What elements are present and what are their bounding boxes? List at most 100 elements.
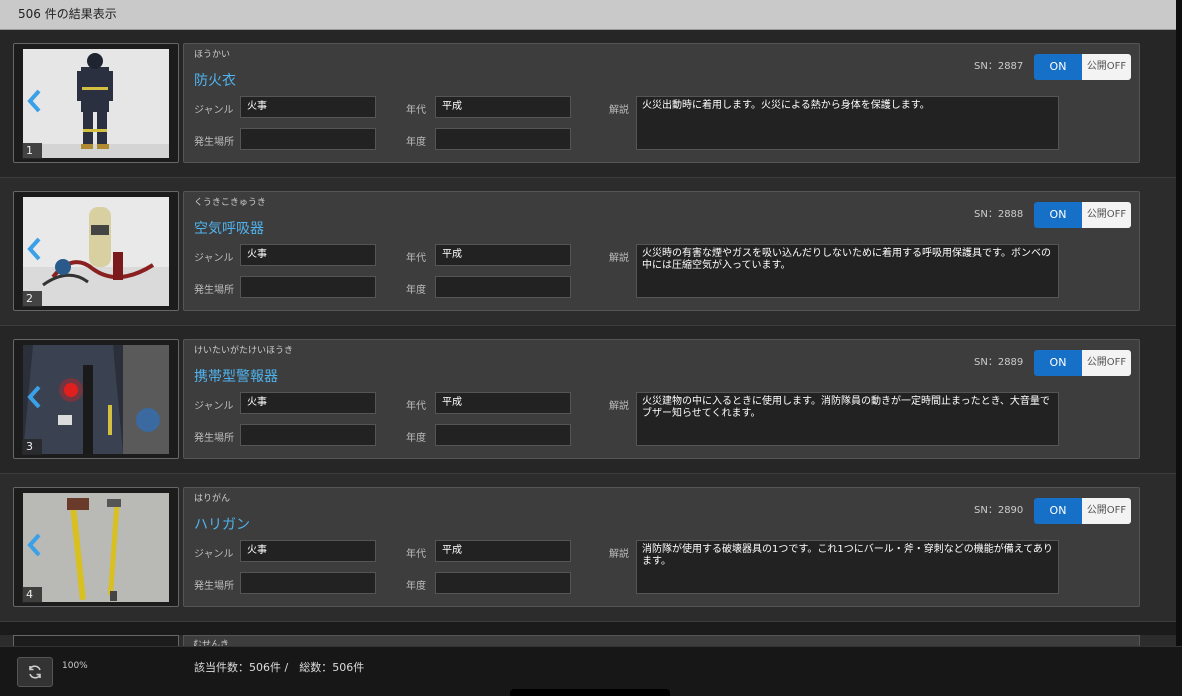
serial-number: SN：2888 (974, 209, 1024, 220)
year-field[interactable] (435, 424, 571, 446)
record-item: 2 くうきこきゅうき 空気呼吸器 ジャンル 火事 発生場所 年代 平成 年度 解… (0, 178, 1176, 326)
record-title[interactable]: ハリガン (194, 514, 250, 534)
era-label: 年代 (406, 401, 426, 412)
era-label: 年代 (406, 549, 426, 560)
toggle-off[interactable]: 公開OFF (1082, 54, 1131, 80)
record-title[interactable]: 空気呼吸器 (194, 218, 264, 238)
scrollbar-track[interactable] (1176, 0, 1182, 646)
record-title[interactable]: 携帯型警報器 (194, 366, 278, 386)
toggle-on[interactable]: ON (1034, 54, 1082, 80)
record-thumbnail[interactable] (13, 635, 179, 646)
genre-label: ジャンル (194, 549, 234, 560)
place-field[interactable] (240, 128, 376, 150)
era-field[interactable]: 平成 (435, 244, 571, 266)
serial-number: SN：2889 (974, 357, 1024, 368)
description-label: 解説 (609, 253, 629, 264)
year-label: 年度 (406, 285, 426, 296)
chevron-left-icon[interactable] (26, 384, 42, 410)
bottom-handle[interactable] (510, 689, 670, 696)
record-panel: はりがん ハリガン ジャンル 火事 発生場所 年代 平成 年度 解説 消防隊が使… (183, 487, 1140, 607)
year-label: 年度 (406, 137, 426, 148)
publish-toggle[interactable]: ON 公開OFF (1034, 54, 1131, 80)
record-item-partial: むせんき (0, 635, 1176, 646)
record-panel: くうきこきゅうき 空気呼吸器 ジャンル 火事 発生場所 年代 平成 年度 解説 … (183, 191, 1140, 311)
place-field[interactable] (240, 424, 376, 446)
era-field[interactable]: 平成 (435, 392, 571, 414)
toggle-on[interactable]: ON (1034, 498, 1082, 524)
refresh-button[interactable] (17, 657, 53, 687)
result-counts: 該当件数：506件 / 総数：506件 (194, 661, 365, 674)
toggle-off[interactable]: 公開OFF (1082, 202, 1131, 228)
breathing-apparatus-photo (23, 197, 169, 306)
record-title[interactable]: 防火衣 (194, 70, 236, 90)
genre-label: ジャンル (194, 253, 234, 264)
record-thumbnail[interactable]: 4 (13, 487, 179, 607)
toggle-on[interactable]: ON (1034, 350, 1082, 376)
chevron-left-icon[interactable] (26, 236, 42, 262)
chevron-left-icon[interactable] (26, 532, 42, 558)
halligan-tool-photo (23, 493, 169, 602)
chevron-left-icon[interactable] (26, 88, 42, 114)
publish-toggle[interactable]: ON 公開OFF (1034, 202, 1131, 228)
genre-field[interactable]: 火事 (240, 244, 376, 266)
record-furigana: むせんき (193, 640, 230, 646)
firefighter-suit-photo (23, 49, 169, 158)
record-item: 4 はりがん ハリガン ジャンル 火事 発生場所 年代 平成 年度 解説 消防隊… (0, 474, 1176, 622)
record-thumbnail[interactable]: 1 (13, 43, 179, 163)
description-label: 解説 (609, 549, 629, 560)
year-field[interactable] (435, 572, 571, 594)
record-index: 2 (22, 291, 42, 307)
toggle-on[interactable]: ON (1034, 202, 1082, 228)
serial-number: SN：2890 (974, 505, 1024, 516)
place-label: 発生場所 (194, 433, 234, 444)
footer-bar: 100% 該当件数：506件 / 総数：506件 (0, 646, 1182, 696)
description-label: 解説 (609, 105, 629, 116)
record-thumbnail[interactable]: 3 (13, 339, 179, 459)
zoom-level: 100% (62, 661, 88, 671)
record-index: 4 (22, 587, 42, 603)
place-label: 発生場所 (194, 581, 234, 592)
record-furigana: はりがん (194, 494, 231, 504)
description-field[interactable]: 消防隊が使用する破壊器具の1つです。これ1つにバール・斧・穿刺などの機能が備えて… (636, 540, 1059, 594)
era-label: 年代 (406, 105, 426, 116)
place-label: 発生場所 (194, 285, 234, 296)
place-field[interactable] (240, 276, 376, 298)
genre-label: ジャンル (194, 401, 234, 412)
serial-number: SN：2887 (974, 61, 1024, 72)
record-furigana: けいたいがたけいほうき (194, 346, 294, 356)
era-label: 年代 (406, 253, 426, 264)
results-count-text: 506 件の結果表示 (18, 7, 117, 21)
record-panel: ほうかい 防火衣 ジャンル 火事 発生場所 年代 平成 年度 解説 火災出動時に… (183, 43, 1140, 163)
era-field[interactable]: 平成 (435, 540, 571, 562)
year-field[interactable] (435, 276, 571, 298)
place-label: 発生場所 (194, 137, 234, 148)
year-label: 年度 (406, 581, 426, 592)
description-field[interactable]: 火災出動時に着用します。火災による熱から身体を保護します。 (636, 96, 1059, 150)
description-field[interactable]: 火災時の有害な煙やガスを吸い込んだりしないために着用する呼吸用保護具です。ボンベ… (636, 244, 1059, 298)
record-thumbnail[interactable]: 2 (13, 191, 179, 311)
description-field[interactable]: 火災建物の中に入るときに使用します。消防隊員の動きが一定時間止まったとき、大音量… (636, 392, 1059, 446)
record-list[interactable]: 1 ほうかい 防火衣 ジャンル 火事 発生場所 年代 平成 年度 解説 火災出動… (0, 30, 1176, 646)
record-panel (183, 635, 1140, 646)
year-field[interactable] (435, 128, 571, 150)
record-furigana: くうきこきゅうき (194, 198, 266, 208)
publish-toggle[interactable]: ON 公開OFF (1034, 498, 1131, 524)
record-item: 3 けいたいがたけいほうき 携帯型警報器 ジャンル 火事 発生場所 年代 平成 … (0, 326, 1176, 474)
record-index: 3 (22, 439, 42, 455)
genre-field[interactable]: 火事 (240, 540, 376, 562)
record-index: 1 (22, 143, 42, 159)
results-header: 506 件の結果表示 (0, 0, 1176, 30)
place-field[interactable] (240, 572, 376, 594)
portable-alarm-photo (23, 345, 169, 454)
genre-field[interactable]: 火事 (240, 392, 376, 414)
description-label: 解説 (609, 401, 629, 412)
toggle-off[interactable]: 公開OFF (1082, 498, 1131, 524)
publish-toggle[interactable]: ON 公開OFF (1034, 350, 1131, 376)
record-panel: けいたいがたけいほうき 携帯型警報器 ジャンル 火事 発生場所 年代 平成 年度… (183, 339, 1140, 459)
genre-field[interactable]: 火事 (240, 96, 376, 118)
refresh-icon (29, 665, 41, 679)
era-field[interactable]: 平成 (435, 96, 571, 118)
year-label: 年度 (406, 433, 426, 444)
genre-label: ジャンル (194, 105, 234, 116)
toggle-off[interactable]: 公開OFF (1082, 350, 1131, 376)
